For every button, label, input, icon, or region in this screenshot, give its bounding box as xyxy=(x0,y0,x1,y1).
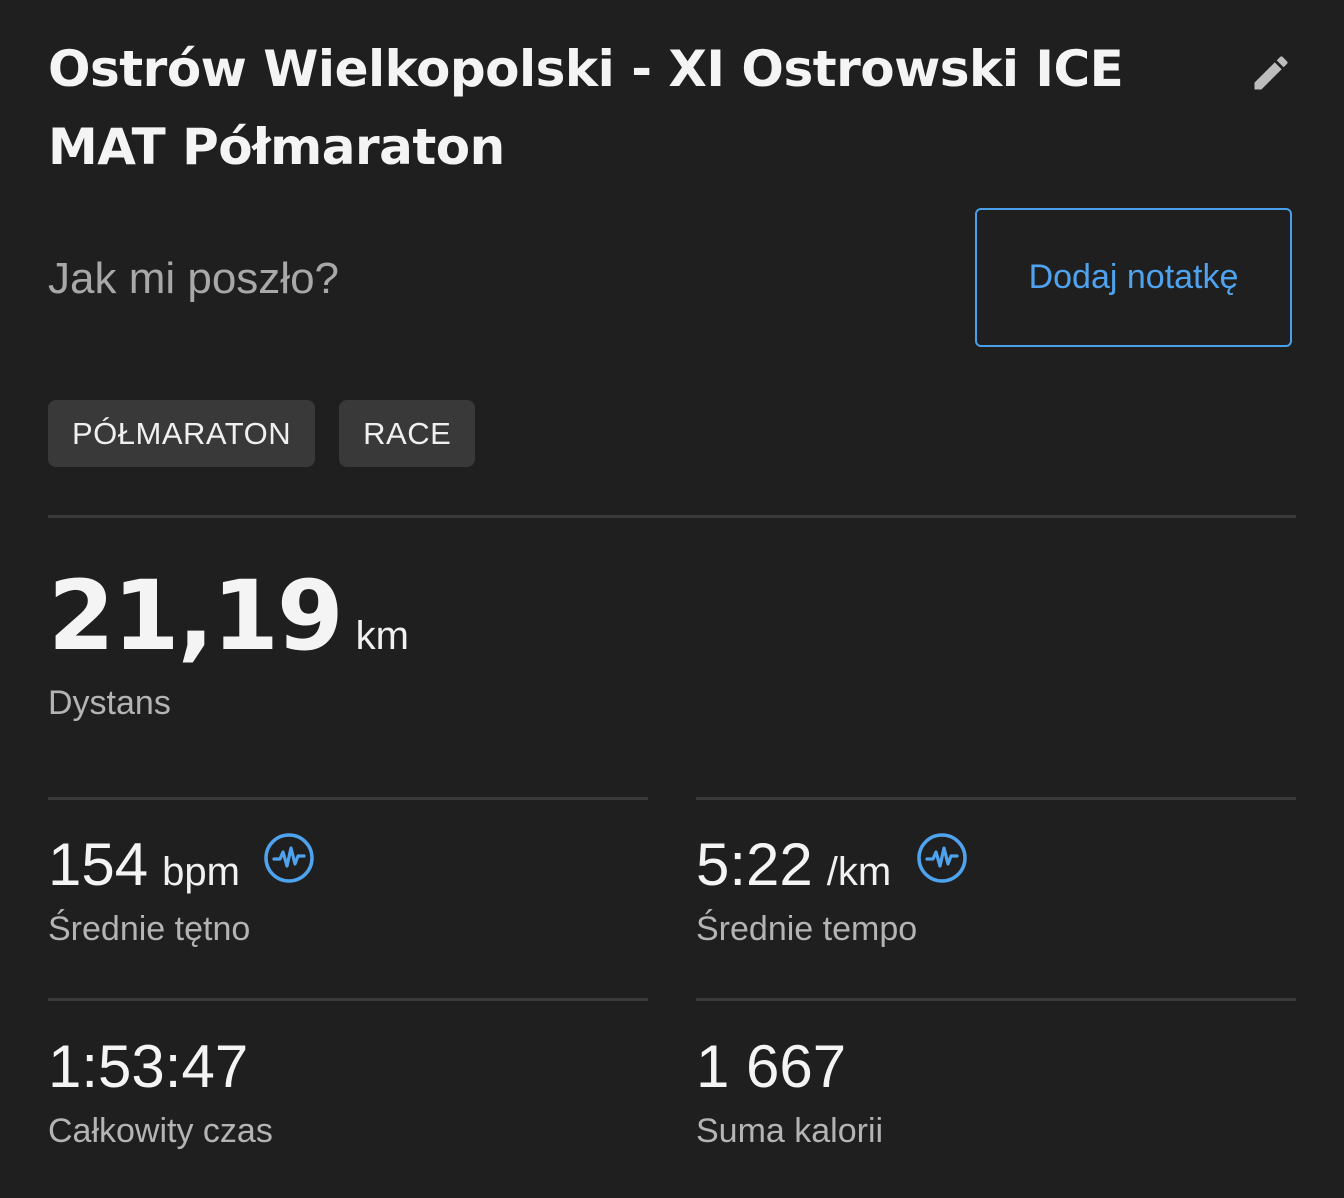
total-time-label: Całkowity czas xyxy=(48,1112,273,1150)
heart-rate-label: Średnie tętno xyxy=(48,910,251,948)
add-note-button[interactable]: Dodaj notatkę xyxy=(975,208,1292,347)
calories-value: 1 667 xyxy=(696,1033,847,1100)
pace-unit: /km xyxy=(826,850,892,894)
heart-rate-value: 154 xyxy=(48,831,149,898)
feedback-question: Jak mi poszło? xyxy=(48,254,340,303)
divider xyxy=(696,998,1296,1001)
divider xyxy=(696,797,1296,800)
divider xyxy=(48,515,1296,518)
tag-chip[interactable]: RACE xyxy=(339,400,476,467)
pace-stat: 5:22 /km xyxy=(696,830,891,899)
heart-rate-unit: bpm xyxy=(162,850,240,894)
pace-chart-icon[interactable] xyxy=(916,832,968,884)
distance-value: 21,19 xyxy=(48,560,344,672)
activity-title: Ostrów Wielkopolski - XI Ostrowski ICE M… xyxy=(48,40,1124,176)
tag-chip[interactable]: PÓŁMARATON xyxy=(48,400,316,467)
pace-value: 5:22 xyxy=(696,831,813,898)
pencil-icon xyxy=(1254,56,1288,90)
calories-label: Suma kalorii xyxy=(696,1112,884,1150)
heart-rate-chart-icon[interactable] xyxy=(263,832,315,884)
distance-label: Dystans xyxy=(48,684,171,722)
distance-stat: 21,19 km xyxy=(48,560,409,672)
calories-stat: 1 667 xyxy=(696,1032,846,1101)
total-time-stat: 1:53:47 xyxy=(48,1032,248,1101)
heart-rate-stat: 154 bpm xyxy=(48,830,240,899)
pace-label: Średnie tempo xyxy=(696,910,918,948)
edit-title-button[interactable] xyxy=(1244,46,1298,100)
divider xyxy=(48,797,648,800)
distance-unit: km xyxy=(355,614,409,658)
tag-list: PÓŁMARATON RACE xyxy=(48,400,476,467)
total-time-value: 1:53:47 xyxy=(48,1033,249,1100)
divider xyxy=(48,998,648,1001)
